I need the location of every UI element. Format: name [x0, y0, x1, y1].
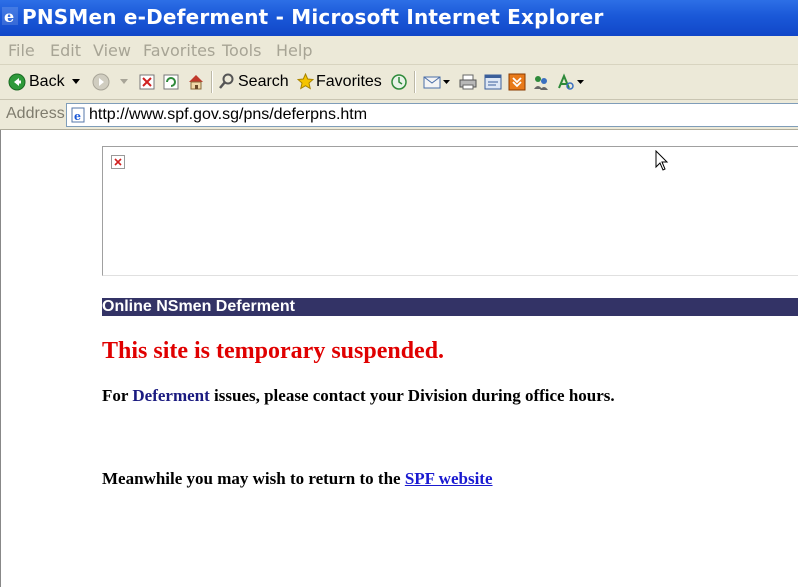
address-label: Address	[6, 105, 65, 122]
spf-website-link[interactable]: SPF website	[405, 469, 493, 488]
favorites-label: Favorites	[316, 73, 382, 90]
meanwhile-message: Meanwhile you may wish to return to the …	[102, 469, 493, 489]
menu-favorites[interactable]: Favorites	[143, 41, 215, 60]
section-header-text: Online NSmen Deferment	[102, 298, 295, 315]
favorites-button[interactable]: Favorites	[295, 65, 387, 99]
mail-dropdown-icon[interactable]	[443, 80, 450, 85]
edit-icon[interactable]	[484, 74, 502, 90]
forward-arrow-icon[interactable]	[92, 73, 110, 91]
contact-prefix: For	[102, 386, 133, 405]
home-icon[interactable]	[187, 73, 205, 91]
address-bar: Address e http://www.spf.gov.sg/pns/defe…	[0, 100, 798, 130]
research-dropdown-icon[interactable]	[577, 80, 584, 85]
broken-image-icon	[111, 155, 125, 169]
mail-icon[interactable]	[423, 74, 441, 90]
banner-image-placeholder	[102, 146, 798, 276]
toolbar-separator	[211, 71, 213, 93]
back-dropdown-icon[interactable]	[72, 79, 80, 85]
refresh-icon[interactable]	[163, 74, 179, 90]
search-label: Search	[238, 73, 289, 90]
search-button[interactable]: Search	[216, 65, 289, 99]
deferment-highlight: Deferment	[132, 386, 210, 405]
history-icon[interactable]	[390, 73, 408, 91]
research-icon[interactable]	[557, 73, 575, 91]
menu-help[interactable]: Help	[276, 41, 312, 60]
meanwhile-text: Meanwhile you may wish to return to the	[102, 469, 405, 488]
discuss-icon[interactable]	[508, 73, 526, 91]
menu-bar: File Edit View Favorites Tools Help	[0, 36, 798, 65]
svg-text:e: e	[4, 7, 14, 25]
menu-tools[interactable]: Tools	[222, 41, 261, 60]
contact-message: For Deferment issues, please contact you…	[102, 386, 615, 406]
toolbar: Back Search Favorites	[0, 65, 798, 100]
contact-suffix: issues, please contact your Division dur…	[209, 386, 615, 405]
messenger-icon[interactable]	[532, 73, 550, 91]
print-icon[interactable]	[459, 74, 477, 90]
address-url: http://www.spf.gov.sg/pns/deferpns.htm	[89, 106, 368, 123]
svg-text:e: e	[74, 110, 81, 123]
menu-view[interactable]: View	[93, 41, 131, 60]
menu-file[interactable]: File	[8, 41, 35, 60]
star-icon	[297, 73, 314, 90]
back-arrow-icon	[8, 73, 26, 91]
page-icon: e	[71, 107, 85, 123]
title-bar[interactable]: e PNSMen e-Deferment - Microsoft Interne…	[0, 0, 798, 36]
suspended-message: This site is temporary suspended.	[102, 338, 445, 364]
window-title: PNSMen e-Deferment - Microsoft Internet …	[22, 5, 604, 29]
forward-dropdown-icon[interactable]	[120, 79, 128, 85]
mouse-cursor-icon	[655, 150, 669, 171]
section-header: Online NSmen Deferment	[102, 298, 798, 316]
internet-explorer-icon: e	[2, 7, 18, 25]
toolbar-separator	[414, 71, 416, 93]
menu-edit[interactable]: Edit	[50, 41, 81, 60]
page-content: Online NSmen Deferment This site is temp…	[0, 130, 798, 587]
address-input[interactable]: e http://www.spf.gov.sg/pns/deferpns.htm	[66, 103, 798, 127]
search-icon	[219, 73, 234, 89]
back-label: Back	[29, 73, 65, 90]
stop-icon[interactable]	[139, 74, 155, 90]
